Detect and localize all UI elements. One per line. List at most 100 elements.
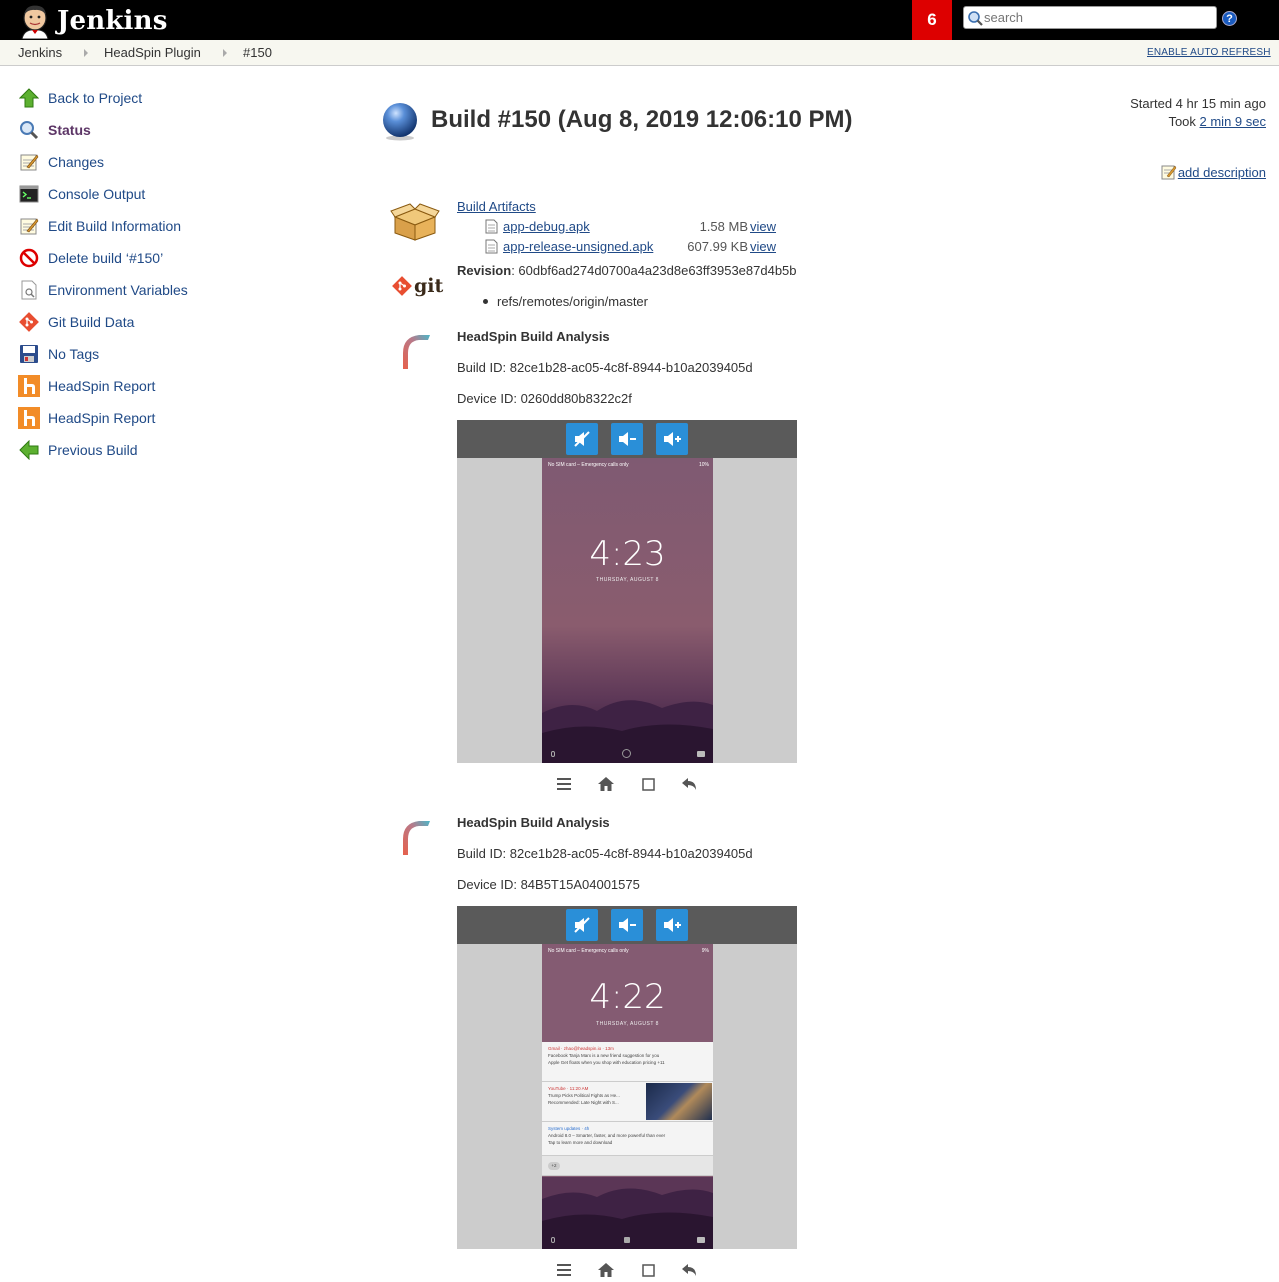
camera-icon[interactable] <box>697 1237 705 1243</box>
sidebar-item-back-to-project[interactable]: Back to Project <box>18 82 278 114</box>
git-ref-item: refs/remotes/origin/master <box>483 294 648 309</box>
no-entry-icon <box>18 247 40 269</box>
headspin-device-id: Device ID: 84B5T15A04001575 <box>457 877 640 892</box>
mute-icon[interactable] <box>566 423 598 455</box>
home-icon[interactable] <box>597 1261 615 1279</box>
add-description-link[interactable]: add description <box>1178 165 1266 180</box>
artifact-link[interactable]: app-release-unsigned.apk <box>503 239 663 254</box>
back-arrow-icon[interactable] <box>681 1261 699 1279</box>
sidebar-item-no-tags[interactable]: No Tags <box>18 338 278 370</box>
notification-overflow[interactable]: +2 <box>542 1156 713 1176</box>
sidebar-item-label[interactable]: Changes <box>48 154 104 170</box>
more-notifications-badge: +2 <box>548 1161 560 1170</box>
headspin-title: HeadSpin Build Analysis <box>457 815 610 830</box>
sidebar-item-git-build-data[interactable]: Git Build Data <box>18 306 278 338</box>
headspin-icon <box>18 407 40 429</box>
volume-down-icon[interactable] <box>611 909 643 941</box>
sidebar-item-label[interactable]: Delete build ‘#150’ <box>48 250 163 266</box>
list-item: app-debug.apk 1.58 MB view <box>457 216 817 236</box>
device-navbar <box>457 1258 797 1282</box>
device-controls <box>457 906 797 944</box>
notepad-icon <box>18 151 40 173</box>
sidebar-item-environment-variables[interactable]: Environment Variables <box>18 274 278 306</box>
device-battery-text: 9% <box>701 948 709 954</box>
lock-icon[interactable] <box>624 1237 630 1243</box>
build-artifacts: Build Artifacts app-debug.apk 1.58 MB vi… <box>457 199 817 256</box>
camera-icon[interactable] <box>697 751 705 757</box>
up-arrow-icon <box>18 87 40 109</box>
sidebar-item-label[interactable]: HeadSpin Report <box>48 378 155 394</box>
headspin-title: HeadSpin Build Analysis <box>457 329 610 344</box>
notification-card[interactable]: YouTube · 11:20 AM Trump Picks Political… <box>542 1082 713 1122</box>
sidebar-item-delete-build[interactable]: Delete build ‘#150’ <box>18 242 278 274</box>
device-viewer: No SIM card – Emergency calls only 9% 4:… <box>457 906 797 1249</box>
search-box[interactable] <box>963 6 1217 29</box>
artifact-link[interactable]: app-debug.apk <box>503 219 663 234</box>
sidebar-item-previous-build[interactable]: Previous Build <box>18 434 278 466</box>
overview-square-icon[interactable] <box>639 1261 657 1279</box>
sidebar-item-headspin-report[interactable]: HeadSpin Report <box>18 402 278 434</box>
microphone-icon[interactable] <box>551 1237 555 1243</box>
add-description[interactable]: add description <box>1161 164 1266 180</box>
notification-line: Apple Get floats when you shop with educ… <box>548 1060 665 1065</box>
git-revision: Revision: 60dbf6ad274d0700a4a23d8e63ff39… <box>457 263 797 278</box>
device-controls <box>457 420 797 458</box>
sidebar-item-console-output[interactable]: Console Output <box>18 178 278 210</box>
sidebar-item-label[interactable]: Status <box>48 122 91 138</box>
headspin-icon <box>18 375 40 397</box>
artifact-view-link[interactable]: view <box>750 239 776 254</box>
home-icon[interactable] <box>597 775 615 793</box>
notification-line: Tap to learn more and download <box>548 1140 613 1145</box>
breadcrumb-jenkins[interactable]: Jenkins <box>18 45 62 60</box>
duration-link[interactable]: 2 min 9 sec <box>1200 114 1266 129</box>
mute-icon[interactable] <box>566 909 598 941</box>
artifact-size: 1.58 MB <box>699 218 748 234</box>
breadcrumb-separator-icon[interactable] <box>84 49 88 57</box>
help-icon[interactable]: ? <box>1222 11 1237 26</box>
volume-up-icon[interactable] <box>656 423 688 455</box>
sidebar-item-label[interactable]: HeadSpin Report <box>48 410 155 426</box>
jenkins-logo[interactable]: Jenkins <box>18 2 168 40</box>
notification-card[interactable]: Gmail · zhao@headspin.io · 13m Facebook … <box>542 1042 713 1082</box>
breadcrumb-project[interactable]: HeadSpin Plugin <box>104 45 201 60</box>
sidebar-item-label[interactable]: Edit Build Information <box>48 218 181 234</box>
device-screen[interactable]: No SIM card – Emergency calls only 9% 4:… <box>542 944 713 1249</box>
sidebar-item-label[interactable]: Git Build Data <box>48 314 134 330</box>
device-screen[interactable]: No SIM card – Emergency calls only 10% 4… <box>542 458 713 763</box>
sidebar-item-label[interactable]: Environment Variables <box>48 282 188 298</box>
sidebar-item-changes[interactable]: Changes <box>18 146 278 178</box>
side-panel: Back to Project Status Changes Console O… <box>18 82 278 466</box>
overview-square-icon[interactable] <box>639 775 657 793</box>
notification-card[interactable]: System updates · 4h Android 8.0 – Smarte… <box>542 1122 713 1156</box>
sidebar-item-label[interactable]: Previous Build <box>48 442 138 458</box>
sidebar-item-label[interactable]: Console Output <box>48 186 145 202</box>
device-status-text: No SIM card – Emergency calls only <box>548 462 629 468</box>
sidebar-item-label[interactable]: Back to Project <box>48 90 142 106</box>
left-arrow-icon <box>18 439 40 461</box>
notification-count-badge[interactable]: 6 <box>912 0 952 40</box>
volume-down-icon[interactable] <box>611 423 643 455</box>
app-title: Jenkins <box>57 6 168 36</box>
bullet-icon <box>483 299 488 304</box>
sidebar-item-label[interactable]: No Tags <box>48 346 99 362</box>
breadcrumb-separator-icon[interactable] <box>223 49 227 57</box>
took-text: Took 2 min 9 sec <box>1130 113 1266 131</box>
fingerprint-icon[interactable] <box>622 749 631 758</box>
menu-icon[interactable] <box>555 1261 573 1279</box>
sidebar-item-headspin-report[interactable]: HeadSpin Report <box>18 370 278 402</box>
volume-up-icon[interactable] <box>656 909 688 941</box>
notification-app: System updates · 4h <box>548 1126 590 1131</box>
notification-line: Android 8.0 – Smarter, faster, and more … <box>548 1133 666 1138</box>
search-input[interactable] <box>984 10 1204 25</box>
sidebar-item-edit-build-information[interactable]: Edit Build Information <box>18 210 278 242</box>
microphone-icon[interactable] <box>551 751 555 757</box>
enable-auto-refresh-link[interactable]: ENABLE AUTO REFRESH <box>1147 47 1271 58</box>
floppy-disk-icon <box>18 343 40 365</box>
build-timing: Started 4 hr 15 min ago Took 2 min 9 sec <box>1130 95 1266 131</box>
back-arrow-icon[interactable] <box>681 775 699 793</box>
build-artifacts-link[interactable]: Build Artifacts <box>457 199 536 214</box>
menu-icon[interactable] <box>555 775 573 793</box>
artifact-view-link[interactable]: view <box>750 219 776 234</box>
sidebar-item-status[interactable]: Status <box>18 114 278 146</box>
breadcrumb-build[interactable]: #150 <box>243 45 272 60</box>
